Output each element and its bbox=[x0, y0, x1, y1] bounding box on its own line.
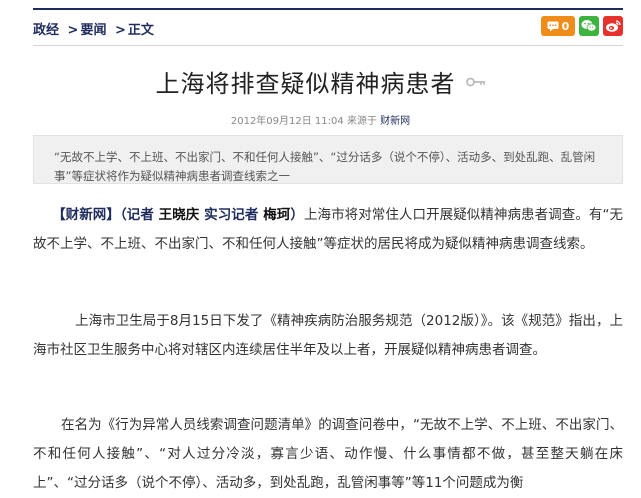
wechat-icon bbox=[581, 20, 597, 32]
comment-icon bbox=[547, 21, 559, 31]
intern-label: 实习记者 bbox=[199, 207, 264, 223]
article-date: 2012年09月12日 11:04 bbox=[230, 116, 344, 127]
weibo-share-button[interactable] bbox=[603, 16, 623, 36]
key-icon bbox=[465, 77, 485, 86]
weibo-icon bbox=[606, 20, 621, 32]
breadcrumb-item-news[interactable]: 要闻 bbox=[80, 23, 106, 38]
reporter-close: ） bbox=[290, 207, 304, 223]
breadcrumb-separator: > bbox=[67, 23, 79, 38]
outlet-name: 财新网 bbox=[65, 207, 107, 223]
breadcrumb-item-politics[interactable]: 政经 bbox=[33, 23, 59, 38]
paragraph-text: 在名为《行为异常人员线索调查问题清单》的调查问卷中，“无故不上学、不上班、不出家… bbox=[33, 417, 623, 491]
wechat-share-button[interactable] bbox=[579, 16, 599, 36]
source-label: 来源于 bbox=[346, 116, 377, 127]
intern-name: 梅珂 bbox=[263, 207, 291, 223]
comment-button[interactable]: 0 bbox=[541, 16, 575, 36]
breadcrumb: 政经 > 要闻 > 正文 bbox=[33, 19, 154, 38]
reporter-name: 王晓庆 bbox=[158, 207, 200, 223]
article-summary: “无故不上学、不上班、不出家门、不和任何人接触”、“过分话多（说个不停）、活动多… bbox=[33, 135, 623, 184]
article-source-link[interactable]: 财新网 bbox=[380, 116, 410, 127]
comment-count: 0 bbox=[561, 19, 570, 33]
paragraph-text: 上海市卫生局于8月15日下发了《精神疾病防治服务规范（2012版）》。该《规范》… bbox=[33, 313, 623, 358]
dateline: 【财新网】（记者 王晓庆 实习记者 梅珂） bbox=[52, 207, 304, 223]
article-meta: 2012年09月12日 11:04 来源于 财新网 bbox=[0, 112, 641, 127]
bracket-open: 【 bbox=[52, 207, 66, 223]
article-paragraph: 上海市卫生局于8月15日下发了《精神疾病防治服务规范（2012版）》。该《规范》… bbox=[33, 307, 623, 365]
article-title: 上海将排查疑似精神病患者 bbox=[155, 70, 456, 98]
top-bar: 政经 > 要闻 > 正文 0 bbox=[33, 8, 623, 46]
reporter-open: （记者 bbox=[119, 207, 159, 223]
bracket-close: 】 bbox=[106, 207, 120, 223]
article-title-row: 上海将排查疑似精神病患者 bbox=[0, 64, 641, 99]
breadcrumb-separator: > bbox=[115, 23, 126, 38]
breadcrumb-item-article: 正文 bbox=[127, 23, 154, 38]
share-tools: 0 bbox=[541, 16, 623, 36]
article-paragraph: 【财新网】（记者 王晓庆 实习记者 梅珂）上海市将对常住人口开展疑似精神病患者调… bbox=[33, 201, 623, 259]
article-paragraph: 在名为《行为异常人员线索调查问题清单》的调查问卷中，“无故不上学、不上班、不出家… bbox=[33, 411, 623, 498]
